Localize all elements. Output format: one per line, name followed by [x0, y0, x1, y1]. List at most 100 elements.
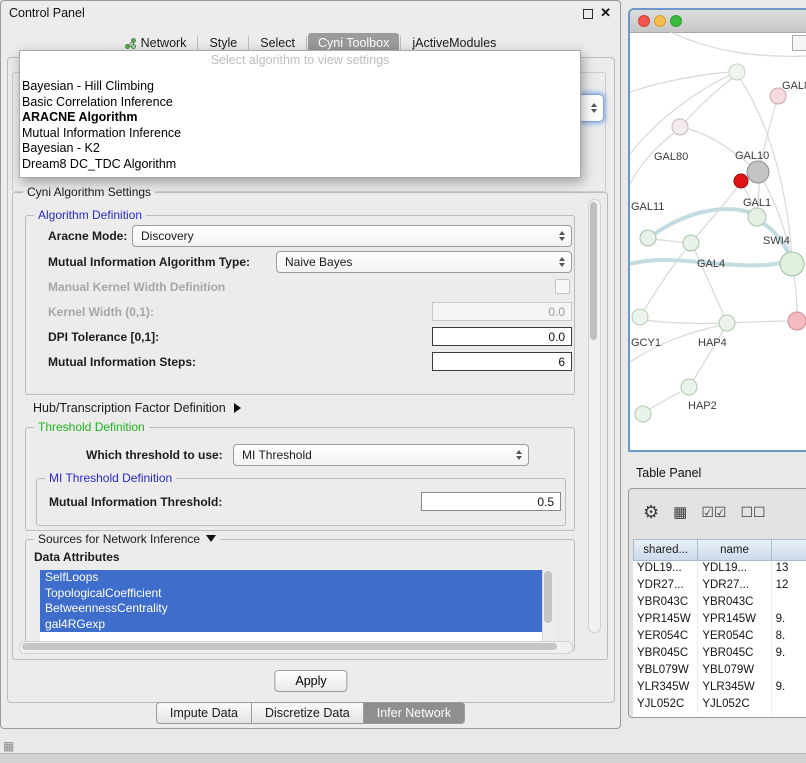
network-edge[interactable]	[691, 327, 725, 384]
mi-steps-input[interactable]	[432, 352, 572, 371]
table-row[interactable]: YLR345WYLR345W9.	[633, 680, 806, 697]
tab-label: Style	[209, 36, 237, 50]
algorithm-option-aracne-algorithm[interactable]: ARACNE Algorithm	[20, 110, 580, 126]
close-traffic-light[interactable]	[638, 15, 650, 27]
network-icon	[125, 38, 136, 49]
algorithm-option-bayesian-k2[interactable]: Bayesian - K2	[20, 141, 580, 157]
network-node[interactable]	[632, 309, 648, 325]
bottom-tab-infer-network[interactable]: Infer Network	[364, 702, 465, 724]
network-node[interactable]	[780, 252, 804, 276]
minimize-traffic-light[interactable]	[654, 15, 666, 27]
network-edge[interactable]	[645, 390, 685, 412]
algorithm-option-dream8-dc-tdc-algorithm[interactable]: Dream8 DC_TDC Algorithm	[20, 157, 580, 173]
column-header-shared-[interactable]: shared...	[633, 539, 698, 561]
kernel-width-input[interactable]	[432, 302, 572, 321]
show-unchecked-icon[interactable]: ☐☐	[740, 505, 765, 519]
table-cell: 9.	[772, 680, 806, 697]
network-edge[interactable]	[730, 321, 793, 323]
aracne-mode-select[interactable]: Discovery	[132, 225, 572, 247]
network-edge[interactable]	[670, 32, 806, 56]
network-node-label: HAP4	[698, 337, 727, 349]
bottom-tab-discretize-data[interactable]: Discretize Data	[252, 702, 364, 724]
network-node[interactable]	[672, 119, 688, 135]
network-edge[interactable]	[630, 74, 732, 154]
table-cell: 12	[772, 578, 806, 595]
gear-icon[interactable]: ⚙	[643, 503, 659, 521]
table-row[interactable]: YBR043CYBR043C	[633, 595, 806, 612]
network-node[interactable]	[747, 161, 769, 183]
settings-vertical-scrollbar[interactable]	[588, 199, 601, 633]
network-edge[interactable]	[650, 209, 754, 237]
network-edge[interactable]	[642, 247, 688, 314]
network-node-label: GAL80	[654, 151, 688, 163]
table-row[interactable]: YPR145WYPR145W9.	[633, 612, 806, 629]
sources-title-label: Sources for Network Inference	[38, 532, 200, 546]
settings-horizontal-scrollbar[interactable]	[19, 641, 573, 654]
network-node-label: GCY1	[631, 337, 661, 349]
table-header: shared...name	[633, 539, 806, 561]
network-view-window: GAL8GAL80GAL10GAL11GAL1SWI4GAL4GCY1HAP4H…	[628, 8, 806, 452]
network-canvas[interactable]: GAL8GAL80GAL10GAL11GAL1SWI4GAL4GCY1HAP4H…	[630, 32, 806, 448]
attribute-item-selfloops[interactable]: SelfLoops	[40, 570, 542, 586]
tab-separator	[400, 36, 401, 50]
network-node[interactable]	[719, 315, 735, 331]
which-threshold-select[interactable]: MI Threshold	[233, 444, 529, 466]
table-row[interactable]: YBR045CYBR045C9.	[633, 646, 806, 663]
network-edge[interactable]	[651, 239, 688, 243]
table-row[interactable]: YBL079WYBL079W	[633, 663, 806, 680]
table-cell: YPR145W	[698, 612, 771, 629]
bottom-tab-impute-data[interactable]: Impute Data	[156, 702, 252, 724]
table-row[interactable]: YER054CYER054C8.	[633, 629, 806, 646]
algorithm-option-mutual-information-inference[interactable]: Mutual Information Inference	[20, 126, 580, 142]
tab-separator	[197, 36, 198, 50]
network-node[interactable]	[635, 406, 651, 422]
mi-threshold-definition-group: MI Threshold Definition Mutual Informati…	[36, 478, 566, 526]
close-icon[interactable]: ✕	[600, 5, 611, 21]
column-header-2[interactable]	[772, 539, 806, 561]
table-row[interactable]: YJL052CYJL052C	[633, 697, 806, 714]
table-cell: YDL19...	[698, 561, 771, 578]
selected-value: Naive Bayes	[285, 255, 352, 269]
manual-kernel-checkbox[interactable]	[555, 279, 570, 294]
algorithm-option-bayesian-hill-climbing[interactable]: Bayesian - Hill Climbing	[20, 79, 580, 95]
hub-definition-section[interactable]: Hub/Transcription Factor Definition	[33, 401, 241, 415]
algorithm-combo-fragment[interactable]	[578, 94, 604, 122]
sources-title[interactable]: Sources for Network Inference	[34, 532, 220, 546]
zoom-traffic-light[interactable]	[670, 15, 682, 27]
attribute-item-gal4rgexp[interactable]: gal4RGexp	[40, 617, 542, 633]
float-window-icon[interactable]	[583, 9, 593, 19]
network-node[interactable]	[788, 312, 806, 330]
network-node[interactable]	[729, 64, 745, 80]
table-toolbar: ⚙ ▦ ☑☑ ☐☐	[643, 497, 766, 527]
attribute-item-betweennesscentrality[interactable]: BetweennessCentrality	[40, 601, 542, 617]
table-row[interactable]: YDR27...YDR27...12	[633, 578, 806, 595]
network-node[interactable]	[683, 235, 699, 251]
kernel-width-label: Kernel Width (0,1):	[48, 305, 154, 319]
scrollbar-button[interactable]	[792, 35, 806, 51]
minimized-panel-icon[interactable]: ▦	[3, 739, 14, 753]
network-edge[interactable]	[684, 77, 734, 123]
network-node[interactable]	[748, 208, 766, 226]
mi-algorithm-type-select[interactable]: Naive Bayes	[276, 251, 572, 273]
dpi-tolerance-input[interactable]	[432, 327, 572, 346]
group-title: Algorithm Definition	[34, 208, 146, 222]
show-checked-icon[interactable]: ☑☑	[701, 505, 726, 519]
network-edge[interactable]	[693, 246, 725, 319]
network-node[interactable]	[681, 379, 697, 395]
mi-threshold-input[interactable]	[421, 492, 561, 511]
algorithm-option-basic-correlation-inference[interactable]: Basic Correlation Inference	[20, 95, 580, 111]
table-cell: 9.	[772, 612, 806, 629]
column-browser-icon[interactable]: ▦	[673, 505, 687, 520]
attribute-item-topologicalcoefficient[interactable]: TopologicalCoefficient	[40, 586, 542, 602]
list-scrollbar[interactable]	[542, 570, 554, 648]
table-cell: YBR045C	[698, 646, 771, 663]
column-header-name[interactable]: name	[698, 539, 771, 561]
network-node[interactable]	[734, 174, 748, 188]
mi-threshold-label: Mutual Information Threshold:	[49, 495, 222, 509]
apply-button[interactable]: Apply	[274, 670, 347, 692]
network-edge[interactable]	[643, 320, 724, 323]
table-cell: YLR345W	[698, 680, 771, 697]
group-title: MI Threshold Definition	[45, 471, 176, 485]
table-row[interactable]: YDL19...YDL19...13	[633, 561, 806, 578]
network-node[interactable]	[640, 230, 656, 246]
